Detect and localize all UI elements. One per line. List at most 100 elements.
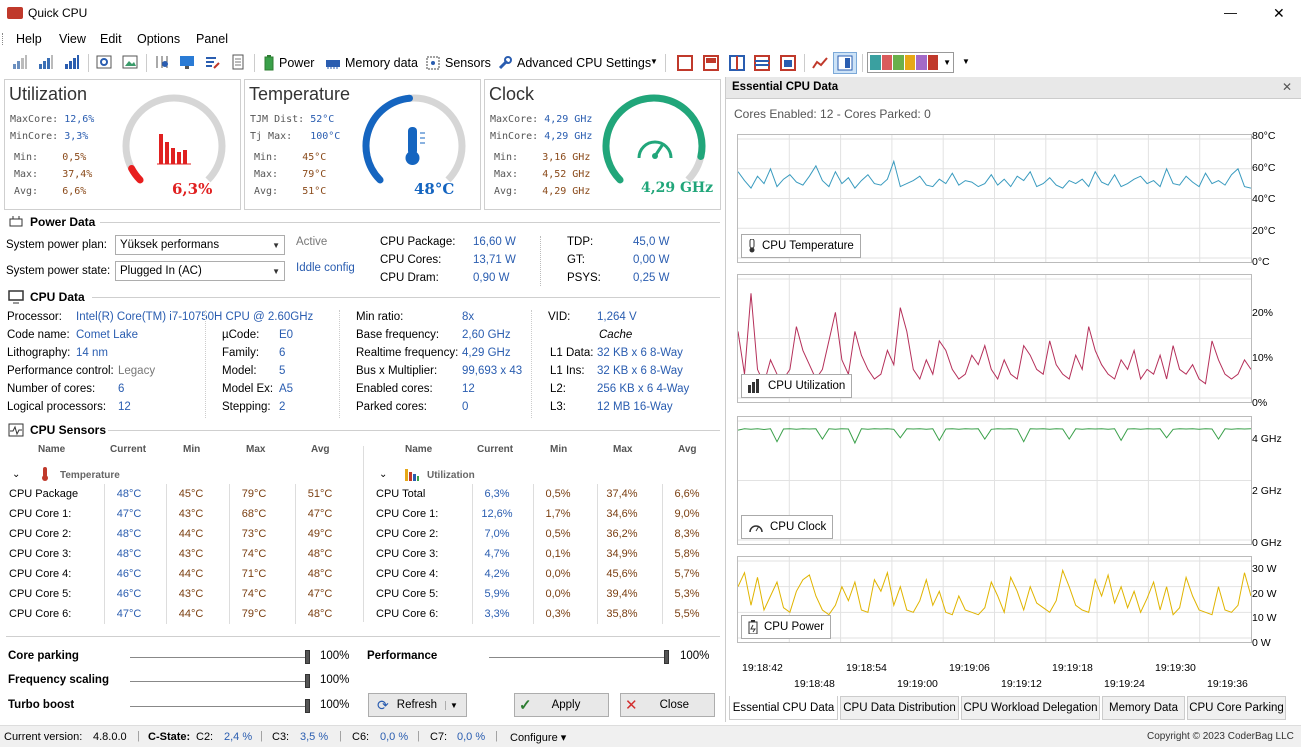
avg-value: 5,8% [674, 548, 700, 560]
min-value: 43°C [178, 508, 204, 520]
panel-close-icon[interactable]: ✕ [1282, 80, 1292, 94]
advanced-cpu-settings-button[interactable]: Advanced CPU Settings [497, 52, 651, 74]
col-header-avg: Avg [311, 444, 330, 455]
monitor-icon[interactable] [179, 54, 195, 70]
edit-list-icon[interactable] [204, 54, 220, 70]
menu-help[interactable]: Help [16, 32, 42, 46]
close-window-button[interactable]: ✕ [1273, 5, 1285, 22]
battery-icon [748, 620, 758, 634]
layout-rows-icon[interactable] [754, 55, 770, 71]
tab-cpu-workload-delegation[interactable]: CPU Workload Delegation [961, 696, 1100, 720]
overflow-chevron-icon[interactable]: ▼ [962, 57, 970, 66]
min-value: 43°C [178, 588, 204, 600]
sensors-button[interactable]: Sensors [425, 52, 491, 74]
signal-low-icon[interactable] [12, 54, 28, 70]
column-divider [166, 484, 167, 624]
image-icon[interactable] [122, 54, 138, 70]
tab-cpu-data-distribution[interactable]: CPU Data Distribution [840, 696, 959, 720]
layout-window-icon[interactable] [780, 55, 796, 71]
refresh-button[interactable]: ⟳ Refresh ▼ [368, 693, 467, 717]
performance-slider-thumb[interactable] [664, 650, 669, 664]
signal-mid-icon[interactable] [38, 54, 54, 70]
avg-value: 5,7% [674, 568, 700, 580]
apply-button[interactable]: ✓ Apply [514, 693, 609, 717]
column-divider [229, 484, 230, 624]
theme-swatch [870, 55, 881, 70]
panel-toggle-icon [837, 55, 853, 71]
l2-value: 256 KB x 6 4-Way [597, 383, 690, 395]
col-header-name: Name [405, 444, 433, 455]
power-button[interactable]: Power [263, 52, 314, 74]
realtime-frequency-label: Realtime frequency: [356, 347, 459, 359]
power-plan-select[interactable]: Yüksek performans ▼ [115, 235, 285, 255]
col-header-current: Current [110, 444, 147, 455]
core-parking-slider-track[interactable] [130, 657, 310, 658]
frequency-scaling-slider-track[interactable] [130, 681, 310, 682]
menu-options[interactable]: Options [137, 32, 180, 46]
advanced-dropdown-arrow[interactable]: ▼ [650, 57, 658, 66]
tab-memory-data[interactable]: Memory Data [1102, 696, 1185, 720]
cache-heading: Cache [599, 329, 633, 341]
tab-label: CPU Core Parking [1189, 702, 1284, 714]
temperature-chart-legend[interactable]: CPU Temperature [741, 234, 861, 258]
menu-panel[interactable]: Panel [196, 32, 228, 46]
vid-value: 1,264 V [597, 311, 637, 323]
avg-value: 47°C [307, 588, 333, 600]
c3-label: C3: [272, 731, 290, 743]
color-theme-picker[interactable]: ▼ [867, 52, 954, 73]
collapse-chevron-icon[interactable]: ⌄ [379, 469, 387, 480]
tweaks-icon[interactable] [154, 54, 170, 70]
clock-chart-legend[interactable]: CPU Clock [741, 515, 834, 539]
menu-grip [2, 33, 5, 45]
min-value: 44°C [178, 528, 204, 540]
c2-value: 2,4 % [224, 731, 253, 743]
layout-single-icon[interactable] [677, 55, 693, 71]
clock-chart-label: CPU Clock [770, 521, 827, 533]
l1-data-value: 32 KB x 6 8-Way [597, 347, 683, 359]
bar-chart-icon [157, 134, 191, 165]
panel-title: Essential CPU Data [732, 81, 839, 93]
settings-window-icon[interactable] [96, 54, 112, 70]
collapse-chevron-icon[interactable]: ⌄ [12, 469, 20, 480]
signal-high-icon[interactable] [64, 54, 80, 70]
refresh-dropdown-arrow[interactable]: ▼ [445, 700, 458, 710]
minimize-button[interactable]: — [1224, 5, 1237, 20]
cpu-sensors-header: CPU Sensors [8, 423, 106, 437]
tab-cpu-core-parking[interactable]: CPU Core Parking [1187, 696, 1286, 720]
lithography-label: Lithography: [7, 347, 71, 359]
current-value: 5,9% [484, 588, 510, 600]
utilization-title: Utilization [9, 84, 88, 104]
utilization-chart-legend[interactable]: CPU Utilization [741, 374, 853, 398]
power-chart-legend[interactable]: CPU Power [741, 615, 832, 639]
max-value: 39,4% [606, 588, 638, 600]
theme-swatch [881, 55, 893, 70]
turbo-boost-slider-thumb[interactable] [305, 699, 310, 713]
avg-value: 51°C [307, 488, 333, 500]
temperature-chart: CPU Temperature [737, 134, 1252, 263]
model-value: 5 [279, 365, 286, 377]
turbo-boost-slider-track[interactable] [130, 706, 310, 707]
tab-essential-cpu-data[interactable]: Essential CPU Data [729, 696, 838, 720]
avg-value: 5,5% [674, 608, 700, 620]
menu-view[interactable]: View [59, 32, 86, 46]
close-button[interactable]: ✕ Close [620, 693, 715, 717]
performance-slider-track[interactable] [489, 657, 669, 658]
section-divider [108, 430, 720, 431]
configure-menu[interactable]: Configure ▾ [510, 731, 566, 744]
turbo-boost-label: Turbo boost [8, 699, 75, 711]
layout-top-icon[interactable] [703, 55, 719, 71]
core-parking-slider-thumb[interactable] [305, 650, 310, 664]
line-chart-icon[interactable] [812, 55, 828, 71]
frequency-scaling-slider-thumb[interactable] [305, 674, 310, 688]
idle-config-link[interactable]: Iddle config [296, 262, 355, 274]
document-icon[interactable] [230, 54, 246, 70]
menu-edit[interactable]: Edit [100, 32, 122, 46]
tab-label: Memory Data [1108, 702, 1179, 714]
lithography-value: 14 nm [76, 347, 108, 359]
memory-icon [326, 60, 340, 69]
current-value: 46°C [116, 588, 142, 600]
layout-columns-icon[interactable] [729, 55, 745, 71]
advanced-cpu-settings-label: Advanced CPU Settings [517, 56, 652, 70]
memory-data-button[interactable]: Memory data [325, 52, 418, 74]
power-state-select[interactable]: Plugged In (AC) ▼ [115, 261, 285, 281]
